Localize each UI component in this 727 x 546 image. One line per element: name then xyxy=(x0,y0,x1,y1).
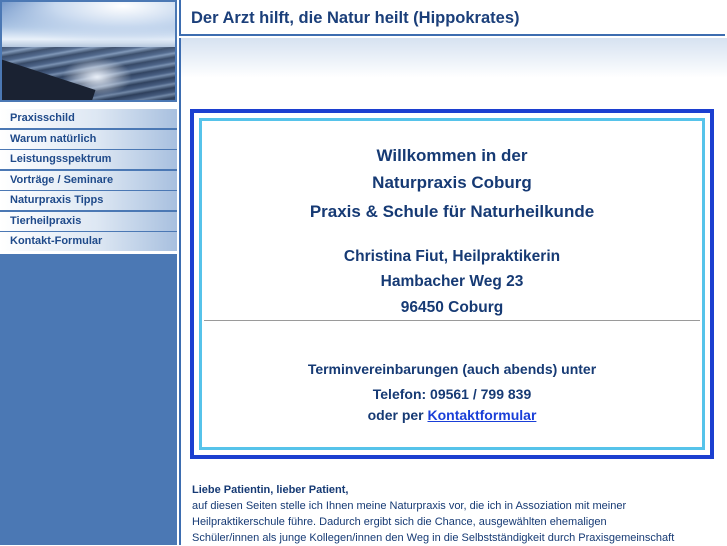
nav-spacer xyxy=(0,102,177,109)
intro-greeting: Liebe Patientin, lieber Patient, xyxy=(192,484,349,496)
photo-sky xyxy=(2,2,175,42)
nav-item-praxisschild[interactable]: Praxisschild xyxy=(0,109,177,128)
intro-text: Liebe Patientin, lieber Patient, auf die… xyxy=(192,482,722,546)
page-header: Der Arzt hilft, die Natur heilt (Hippokr… xyxy=(179,0,725,36)
left-column: Praxisschild Warum natürlich Leistungssp… xyxy=(0,0,177,545)
page-title: Der Arzt hilft, die Natur heilt (Hippokr… xyxy=(191,9,520,27)
phone-number: Telefon: 09561 / 799 839 xyxy=(372,386,532,402)
contact-line: oder per Kontaktformular xyxy=(202,407,702,423)
welcome-box-inner: Willkommen in der Naturpraxis Coburg Pra… xyxy=(199,118,705,450)
practitioner-name: Christina Fiut, Heilpraktikerin xyxy=(343,248,561,265)
practice-name: Naturpraxis Coburg xyxy=(372,173,532,192)
school-name: Praxis & Schule für Naturheilkunde xyxy=(309,202,595,221)
or-by-text: oder per xyxy=(367,407,424,423)
address-city: 96450 Coburg xyxy=(400,299,504,316)
intro-line: auf diesen Seiten stelle ich Ihnen meine… xyxy=(192,500,627,512)
header-sea-photo xyxy=(2,2,175,100)
address-street: Hambacher Weg 23 xyxy=(380,273,524,290)
intro-line: Schüler/innen als junge Kollegen/innen d… xyxy=(192,532,675,544)
welcome-box: Willkommen in der Naturpraxis Coburg Pra… xyxy=(190,109,714,459)
nav-item-leistungsspektrum[interactable]: Leistungsspektrum xyxy=(0,150,177,169)
contact-form-link[interactable]: Kontaktformular xyxy=(428,407,537,423)
sidebar-nav: Praxisschild Warum natürlich Leistungssp… xyxy=(0,109,177,253)
nav-item-tierheilpraxis[interactable]: Tierheilpraxis xyxy=(0,211,177,231)
appointments-text: Terminvereinbarungen (auch abends) unter xyxy=(307,361,597,377)
nav-item-warum-natuerlich[interactable]: Warum natürlich xyxy=(0,129,177,149)
welcome-heading: Willkommen in der xyxy=(376,146,528,165)
box-divider xyxy=(204,320,700,321)
nav-item-vortraege-seminare[interactable]: Vorträge / Seminare xyxy=(0,170,177,190)
intro-line: Heilpraktikerschule führe. Dadurch ergib… xyxy=(192,516,607,528)
nav-item-kontakt-formular[interactable]: Kontakt-Formular xyxy=(0,232,177,251)
nav-divider xyxy=(0,251,177,254)
header-gradient xyxy=(179,38,727,78)
nav-item-naturpraxis-tipps[interactable]: Naturpraxis Tipps xyxy=(0,191,177,210)
content-left-border xyxy=(179,38,181,545)
